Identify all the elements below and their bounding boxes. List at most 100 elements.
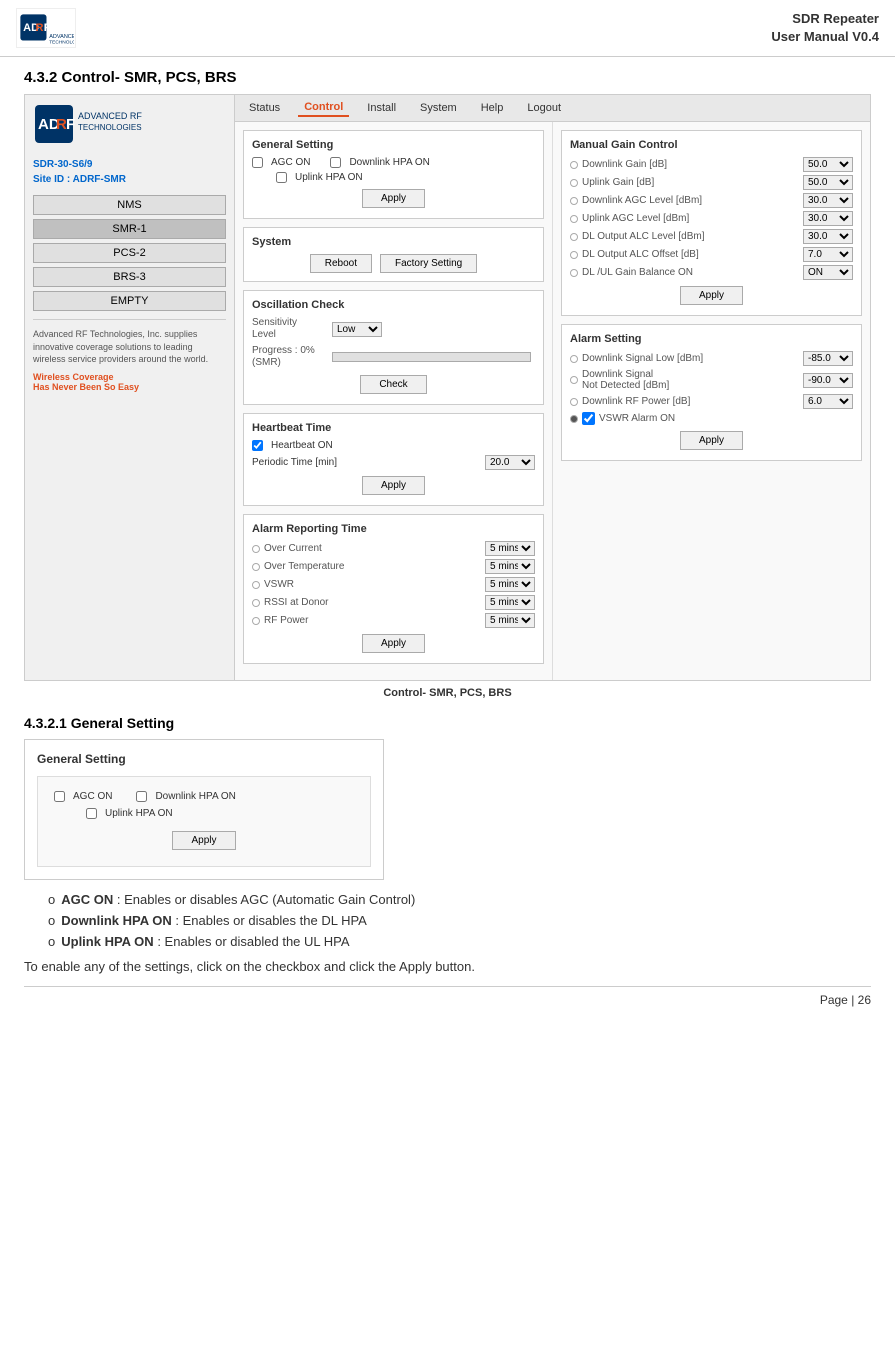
mg-select-2[interactable]: 30.0 (803, 193, 853, 208)
as-row-3: VSWR Alarm ON (570, 412, 853, 425)
as-select-1[interactable]: -90.0 (803, 373, 853, 388)
mg-row-4: DL Output ALC Level [dBm] 30.0 (570, 229, 853, 244)
gs-screenshot-title: General Setting (37, 752, 371, 766)
alarm-radio-1 (252, 563, 260, 571)
mg-label-6: DL /UL Gain Balance ON (582, 267, 803, 278)
downlink-hpa-label: Downlink HPA ON (349, 157, 429, 168)
mg-select-4[interactable]: 30.0 (803, 229, 853, 244)
mg-radio-2 (570, 197, 578, 205)
sensitivity-select[interactable]: Low Medium High (332, 322, 382, 337)
progress-label: Progress : 0% (SMR) (252, 345, 332, 369)
svg-text:ADVANCED RF: ADVANCED RF (49, 33, 74, 39)
mg-select-0[interactable]: 50.0 (803, 157, 853, 172)
alarm-label-4: RF Power (264, 615, 485, 626)
as-apply-button[interactable]: Apply (680, 431, 743, 450)
bullet-rest-0: : Enables or disables AGC (Automatic Gai… (117, 892, 415, 907)
mg-row-3: Uplink AGC Level [dBm] 30.0 (570, 211, 853, 226)
uplink-hpa-checkbox[interactable] (276, 172, 287, 183)
mg-select-6[interactable]: ON (803, 265, 853, 280)
nav-system[interactable]: System (414, 100, 463, 116)
svg-text:TECHNOLOGIES: TECHNOLOGIES (49, 39, 74, 45)
control-panel: AD R F ADVANCED RF TECHNOLOGIES SDR-30-S… (24, 94, 871, 681)
alarm-radio-0 (252, 545, 260, 553)
mg-radio-6 (570, 269, 578, 277)
heartbeat-panel: Heartbeat Time Heartbeat ON Periodic Tim… (243, 413, 544, 506)
alarm-select-2[interactable]: 5 mins (485, 577, 535, 592)
general-setting-panel: General Setting AGC ON Downlink HPA ON U… (243, 130, 544, 219)
nav-logout[interactable]: Logout (521, 100, 567, 116)
bullet-text-0: AGC ON : Enables or disables AGC (Automa… (61, 892, 415, 907)
sensitivity-row: SensitivityLevel Low Medium High (252, 317, 535, 341)
mg-select-1[interactable]: 50.0 (803, 175, 853, 190)
sidebar-btn-smr[interactable]: SMR-1 (33, 219, 226, 239)
sensitivity-label: SensitivityLevel (252, 317, 332, 341)
svg-text:F: F (43, 21, 50, 33)
uplink-hpa-row: Uplink HPA ON (252, 172, 535, 183)
as-select-2[interactable]: 6.0 (803, 394, 853, 409)
mg-radio-0 (570, 161, 578, 169)
mg-label-5: DL Output ALC Offset [dB] (582, 249, 803, 260)
alarm-reporting-apply-button[interactable]: Apply (362, 634, 425, 653)
mg-label-1: Uplink Gain [dB] (582, 177, 803, 188)
alarm-radio-3 (252, 599, 260, 607)
alarm-row-1: Over Temperature 5 mins (252, 559, 535, 574)
agc-on-label: AGC ON (271, 157, 310, 168)
agc-on-checkbox[interactable] (252, 157, 263, 168)
as-radio-0 (570, 355, 578, 363)
caption: Control- SMR, PCS, BRS (24, 687, 871, 699)
general-apply-button[interactable]: Apply (362, 189, 425, 208)
mg-select-5[interactable]: 7.0 (803, 247, 853, 262)
gs-screenshot: General Setting AGC ON Downlink HPA ON U… (24, 739, 384, 880)
progress-row: Progress : 0% (SMR) (252, 345, 535, 369)
downlink-hpa-checkbox[interactable] (330, 157, 341, 168)
nav-status[interactable]: Status (243, 100, 286, 116)
gs-downlink-hpa-label: Downlink HPA ON (155, 791, 235, 802)
alarm-select-0[interactable]: 5 mins (485, 541, 535, 556)
gs-agc-row: AGC ON Downlink HPA ON (54, 791, 354, 802)
left-col: General Setting AGC ON Downlink HPA ON U… (235, 122, 553, 680)
nav-install[interactable]: Install (361, 100, 402, 116)
mg-apply-button[interactable]: Apply (680, 286, 743, 305)
alarm-select-4[interactable]: 5 mins (485, 613, 535, 628)
alarm-setting-panel: Alarm Setting Downlink Signal Low [dBm] … (561, 324, 862, 461)
reboot-button[interactable]: Reboot (310, 254, 372, 273)
as-radio-2 (570, 398, 578, 406)
bullet-rest-2: : Enables or disabled the UL HPA (157, 934, 349, 949)
section-heading: 4.3.2 Control- SMR, PCS, BRS (24, 69, 871, 86)
periodic-select[interactable]: 20.0 (485, 455, 535, 470)
mg-row-1: Uplink Gain [dB] 50.0 (570, 175, 853, 190)
gs-uplink-hpa-checkbox[interactable] (86, 808, 97, 819)
alarm-label-2: VSWR (264, 579, 485, 590)
heartbeat-on-row: Heartbeat ON (252, 440, 535, 451)
mg-select-3[interactable]: 30.0 (803, 211, 853, 226)
adrf-logo: AD R F ADVANCED RF TECHNOLOGIES (19, 11, 74, 46)
alarm-select-1[interactable]: 5 mins (485, 559, 535, 574)
sidebar-btn-nms[interactable]: NMS (33, 195, 226, 215)
heartbeat-apply-button[interactable]: Apply (362, 476, 425, 495)
gs-agc-checkbox[interactable] (54, 791, 65, 802)
factory-setting-button[interactable]: Factory Setting (380, 254, 477, 273)
logo-box: AD R F ADVANCED RF TECHNOLOGIES (16, 8, 76, 48)
as-select-0[interactable]: -85.0 (803, 351, 853, 366)
as-label-1: Downlink SignalNot Detected [dBm] (582, 369, 803, 391)
nav-control[interactable]: Control (298, 99, 349, 117)
vswr-checkbox[interactable] (582, 412, 595, 425)
bullet-item-0: AGC ON : Enables or disables AGC (Automa… (48, 892, 871, 907)
alarm-reporting-title: Alarm Reporting Time (252, 523, 535, 535)
check-button[interactable]: Check (360, 375, 426, 394)
sidebar-btn-empty[interactable]: EMPTY (33, 291, 226, 311)
uplink-hpa-label: Uplink HPA ON (295, 172, 363, 183)
gs-apply-button[interactable]: Apply (172, 831, 235, 850)
gs-downlink-hpa-checkbox[interactable] (136, 791, 147, 802)
periodic-label: Periodic Time [min] (252, 457, 485, 468)
bullet-bold-0: AGC ON (61, 892, 113, 907)
bullet-rest-1: : Enables or disables the DL HPA (175, 913, 367, 928)
sidebar-btn-brs[interactable]: BRS-3 (33, 267, 226, 287)
page-content: 4.3.2 Control- SMR, PCS, BRS AD R F ADVA… (0, 57, 895, 1019)
heartbeat-checkbox[interactable] (252, 440, 263, 451)
alarm-select-3[interactable]: 5 mins (485, 595, 535, 610)
nav-help[interactable]: Help (475, 100, 510, 116)
bullet-text-1: Downlink HPA ON : Enables or disables th… (61, 913, 367, 928)
sidebar-btn-pcs[interactable]: PCS-2 (33, 243, 226, 263)
gs-uplink-row: Uplink HPA ON (54, 808, 354, 819)
